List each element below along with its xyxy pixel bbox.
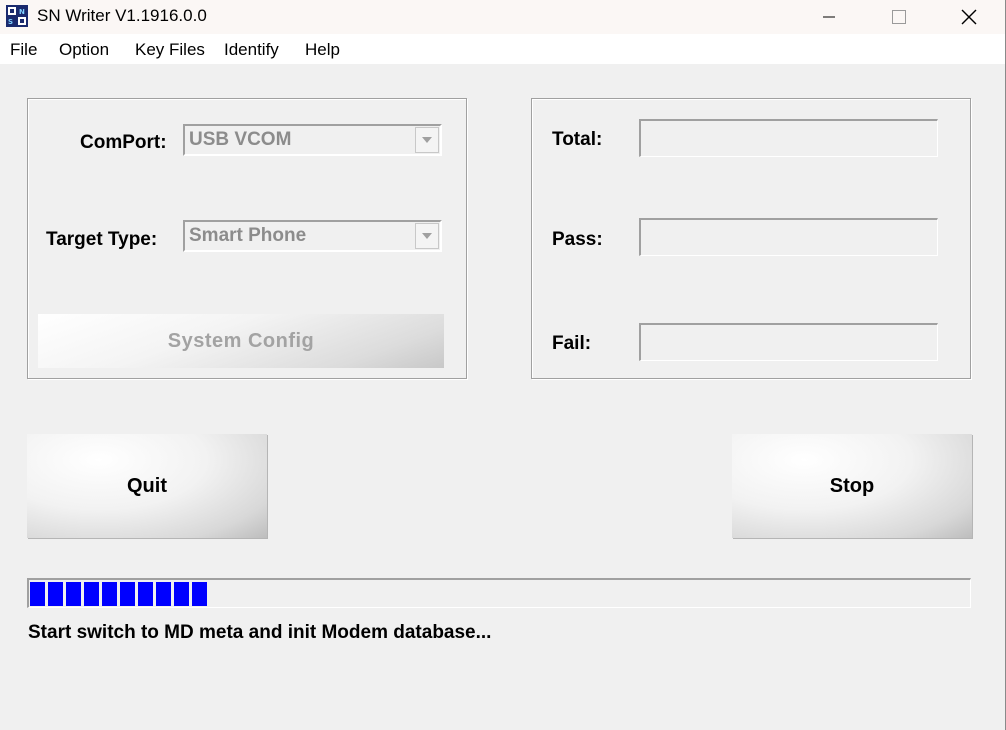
menu-help[interactable]: Help xyxy=(305,40,340,60)
svg-text:S: S xyxy=(8,18,13,26)
target-type-value: Smart Phone xyxy=(189,225,307,246)
menu-key-files[interactable]: Key Files xyxy=(135,40,205,60)
window-title: SN Writer V1.1916.0.0 xyxy=(37,6,207,25)
menu-identify[interactable]: Identify xyxy=(224,40,279,60)
menu-option[interactable]: Option xyxy=(59,40,109,60)
minimize-button[interactable] xyxy=(806,0,852,34)
title-bar[interactable]: N S SN Writer V1.1916.0.0 xyxy=(0,0,1005,34)
maximize-button[interactable] xyxy=(876,0,922,34)
close-button[interactable] xyxy=(946,0,992,34)
pass-label: Pass: xyxy=(552,229,603,250)
system-config-button[interactable]: System Config xyxy=(38,314,444,368)
maximize-icon xyxy=(892,10,906,24)
status-message: Start switch to MD meta and init Modem d… xyxy=(28,622,492,643)
chevron-down-icon xyxy=(422,137,432,143)
sn-writer-app-icon[interactable]: N S xyxy=(6,5,28,27)
total-field xyxy=(639,119,938,157)
target-type-select[interactable]: Smart Phone xyxy=(183,220,442,252)
quit-button[interactable]: Quit xyxy=(27,434,267,538)
close-icon xyxy=(961,9,977,25)
progress-bar-fill xyxy=(30,582,207,606)
svg-text:N: N xyxy=(19,8,25,16)
comport-select[interactable]: USB VCOM xyxy=(183,124,442,156)
sn-writer-window: N S SN Writer V1.1916.0.0 File Option Ke… xyxy=(0,0,1006,730)
progress-bar xyxy=(27,578,971,608)
menu-bar: File Option Key Files Identify Help xyxy=(0,34,1005,64)
comport-label: ComPort: xyxy=(80,132,167,153)
total-label: Total: xyxy=(552,129,603,150)
pass-field xyxy=(639,218,938,256)
target-type-label: Target Type: xyxy=(46,229,158,250)
chevron-down-icon xyxy=(422,233,432,239)
stop-button[interactable]: Stop xyxy=(732,434,972,538)
target-type-dropdown-button[interactable] xyxy=(415,223,439,249)
comport-dropdown-button[interactable] xyxy=(415,127,439,153)
fail-label: Fail: xyxy=(552,333,592,354)
minimize-icon xyxy=(823,16,835,18)
fail-field xyxy=(639,323,938,361)
comport-value: USB VCOM xyxy=(189,129,292,150)
menu-file[interactable]: File xyxy=(10,40,37,60)
